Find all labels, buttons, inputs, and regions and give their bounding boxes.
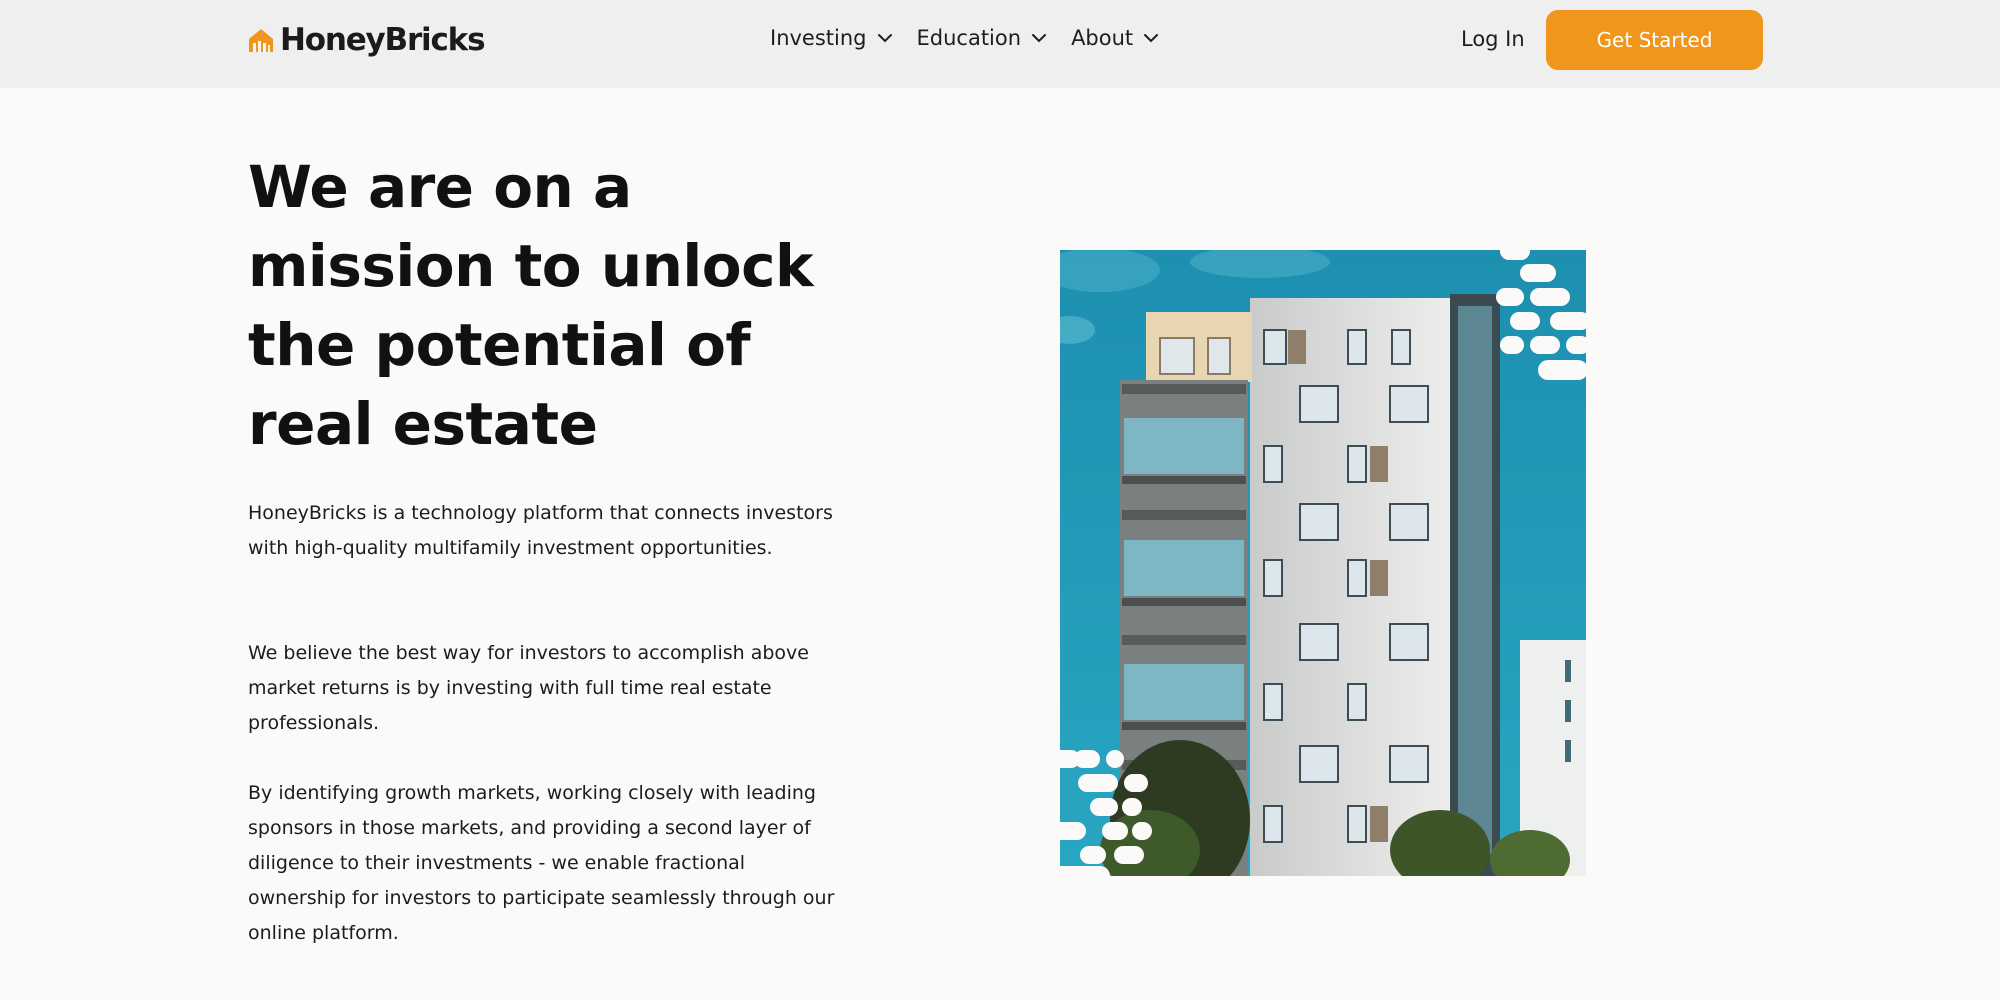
nav-education[interactable]: Education bbox=[917, 26, 1048, 50]
nav-about-label: About bbox=[1071, 26, 1134, 50]
nav-investing[interactable]: Investing bbox=[770, 26, 893, 50]
apartment-building-photo bbox=[1060, 250, 1586, 876]
house-bricks-icon bbox=[249, 29, 273, 52]
get-started-button[interactable]: Get Started bbox=[1546, 10, 1763, 70]
nav-investing-label: Investing bbox=[770, 26, 867, 50]
nav-education-label: Education bbox=[916, 26, 1022, 50]
site-header: HoneyBricks Investing Education About Lo… bbox=[0, 0, 2000, 88]
main-nav: Investing Education About bbox=[770, 26, 1159, 50]
hero-paragraph-1: HoneyBricks is a technology platform tha… bbox=[248, 502, 833, 559]
chevron-down-icon bbox=[1032, 34, 1047, 43]
hero-paragraph-2: We believe the best way for investors to… bbox=[248, 642, 809, 734]
hero-title: We are on a mission to unlock the potent… bbox=[248, 153, 814, 458]
login-link[interactable]: Log In bbox=[1461, 27, 1525, 51]
chevron-down-icon bbox=[877, 34, 892, 43]
nav-about[interactable]: About bbox=[1071, 26, 1159, 50]
chevron-down-icon bbox=[1144, 34, 1159, 43]
logo-text: HoneyBricks bbox=[280, 22, 486, 58]
hero-paragraph-3: By identifying growth markets, working c… bbox=[248, 782, 835, 944]
logo[interactable]: HoneyBricks bbox=[248, 22, 486, 58]
